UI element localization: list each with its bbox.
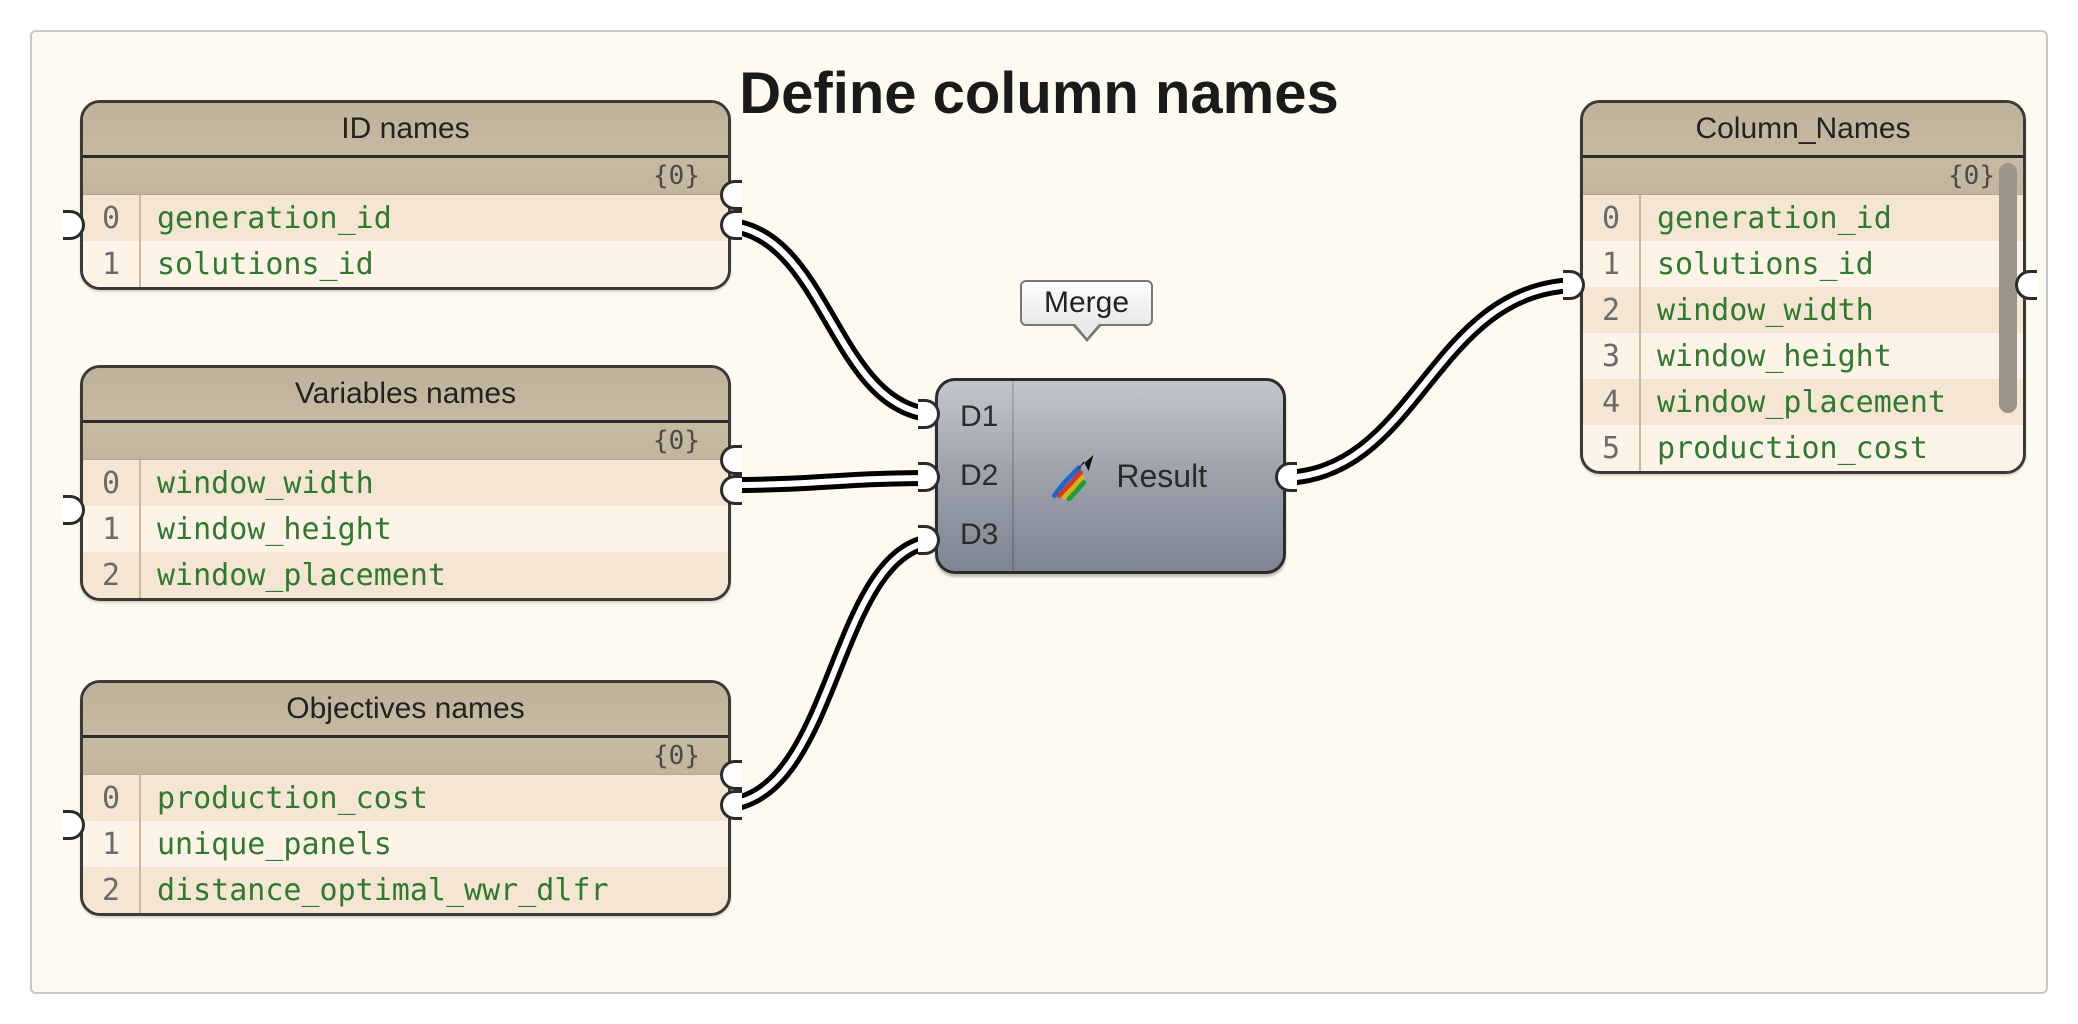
node-merge[interactable]: D1 D2 D3 Result bbox=[935, 378, 1286, 574]
list-item: 2distance_optimal_wwr_dlfr bbox=[83, 867, 728, 913]
list-item: 1solutions_id bbox=[1583, 241, 2023, 287]
row-value: generation_id bbox=[139, 201, 392, 236]
row-value: production_cost bbox=[139, 781, 428, 816]
row-index: 0 bbox=[83, 201, 139, 236]
merge-icon bbox=[1048, 450, 1100, 502]
list-item: 5production_cost bbox=[1583, 425, 2023, 471]
list-item: 2window_placement bbox=[83, 552, 728, 598]
panel-body: 0generation_id 1solutions_id 2window_wid… bbox=[1583, 195, 2023, 471]
row-value: window_placement bbox=[139, 558, 446, 593]
row-index: 4 bbox=[1583, 385, 1639, 420]
merge-input-port[interactable]: D1 bbox=[960, 400, 998, 434]
row-value: window_height bbox=[1639, 339, 1892, 374]
row-index: 5 bbox=[1583, 431, 1639, 466]
panel-output-grip[interactable] bbox=[720, 210, 742, 240]
panel-id-names[interactable]: ID names {0} 0generation_id 1solutions_i… bbox=[80, 100, 731, 290]
row-value: window_width bbox=[139, 466, 374, 501]
panel-variables-names[interactable]: Variables names {0} 0window_width 1windo… bbox=[80, 365, 731, 601]
row-index: 0 bbox=[83, 466, 139, 501]
row-value: window_width bbox=[1639, 293, 1874, 328]
panel-title: Objectives names bbox=[83, 683, 728, 738]
list-item: 1window_height bbox=[83, 506, 728, 552]
node-label-text: Merge bbox=[1044, 286, 1129, 319]
panel-title: Variables names bbox=[83, 368, 728, 423]
row-value: solutions_id bbox=[1639, 247, 1874, 282]
list-item: 0generation_id bbox=[83, 195, 728, 241]
list-item: 3window_height bbox=[1583, 333, 2023, 379]
node-output-grip[interactable] bbox=[1275, 462, 1297, 492]
panel-path-label: {0} bbox=[83, 158, 728, 195]
panel-output-grip[interactable] bbox=[720, 445, 742, 475]
row-value: window_placement bbox=[1639, 385, 1946, 420]
panel-output-grip[interactable] bbox=[2015, 270, 2037, 300]
panel-body: 0generation_id 1solutions_id bbox=[83, 195, 728, 287]
list-item: 2window_width bbox=[1583, 287, 2023, 333]
list-item: 0production_cost bbox=[83, 775, 728, 821]
row-value: distance_optimal_wwr_dlfr bbox=[139, 873, 609, 908]
panel-output-grip[interactable] bbox=[720, 475, 742, 505]
row-index: 2 bbox=[83, 873, 139, 908]
row-index: 1 bbox=[83, 827, 139, 862]
panel-path-label: {0} bbox=[83, 423, 728, 460]
row-index: 0 bbox=[83, 781, 139, 816]
merge-inputs: D1 D2 D3 bbox=[938, 381, 1014, 571]
row-value: unique_panels bbox=[139, 827, 392, 862]
list-item: 4window_placement bbox=[1583, 379, 2023, 425]
row-index: 1 bbox=[83, 247, 139, 282]
row-value: window_height bbox=[139, 512, 392, 547]
merge-output-label: Result bbox=[1116, 458, 1207, 495]
row-index: 1 bbox=[1583, 247, 1639, 282]
list-item: 1solutions_id bbox=[83, 241, 728, 287]
panel-objectives-names[interactable]: Objectives names {0} 0production_cost 1u… bbox=[80, 680, 731, 916]
panel-body: 0window_width 1window_height 2window_pla… bbox=[83, 460, 728, 598]
merge-output: Result bbox=[1014, 381, 1241, 571]
list-item: 0generation_id bbox=[1583, 195, 2023, 241]
list-item: 1unique_panels bbox=[83, 821, 728, 867]
panel-body: 0production_cost 1unique_panels 2distanc… bbox=[83, 775, 728, 913]
merge-input-port[interactable]: D2 bbox=[960, 459, 998, 493]
row-index: 2 bbox=[83, 558, 139, 593]
panel-output-grip[interactable] bbox=[720, 760, 742, 790]
row-index: 0 bbox=[1583, 201, 1639, 236]
panel-path-label: {0} bbox=[83, 738, 728, 775]
row-value: production_cost bbox=[1639, 431, 1928, 466]
panel-title: Column_Names bbox=[1583, 103, 2023, 158]
row-index: 3 bbox=[1583, 339, 1639, 374]
row-value: solutions_id bbox=[139, 247, 374, 282]
row-index: 1 bbox=[83, 512, 139, 547]
node-label-merge: Merge bbox=[1020, 280, 1153, 326]
row-index: 2 bbox=[1583, 293, 1639, 328]
panel-output-grip[interactable] bbox=[720, 790, 742, 820]
panel-column-names[interactable]: Column_Names {0} 0generation_id 1solutio… bbox=[1580, 100, 2026, 474]
panel-output-grip[interactable] bbox=[720, 180, 742, 210]
panel-title: ID names bbox=[83, 103, 728, 158]
list-item: 0window_width bbox=[83, 460, 728, 506]
row-value: generation_id bbox=[1639, 201, 1892, 236]
merge-input-port[interactable]: D3 bbox=[960, 518, 998, 552]
panel-path-label: {0} bbox=[1583, 158, 2023, 195]
